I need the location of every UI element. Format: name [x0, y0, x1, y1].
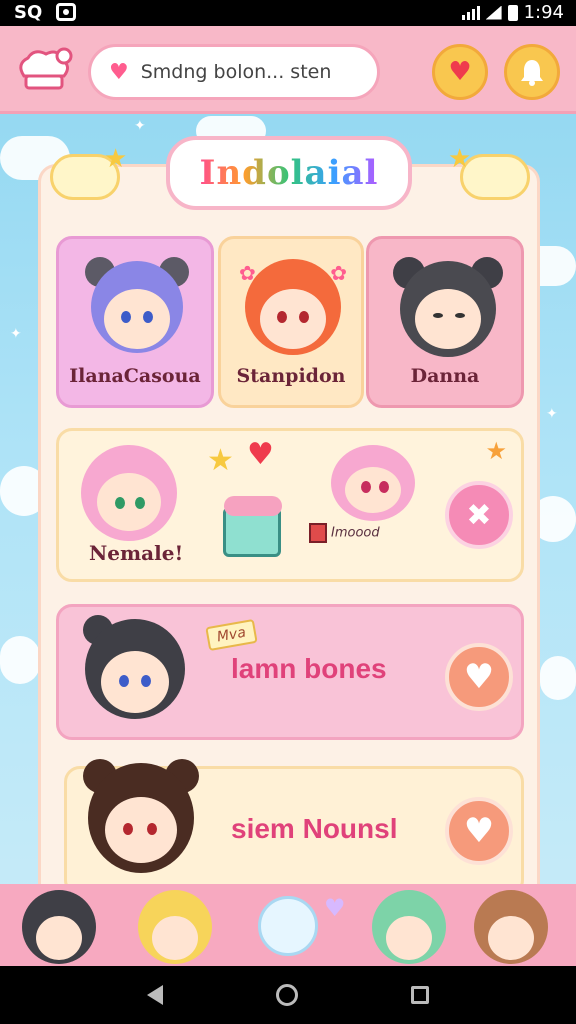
eye [115, 497, 125, 509]
character-face [97, 473, 161, 531]
status-time: 1:94 [523, 2, 564, 23]
bow-icon: ✿ [239, 261, 256, 285]
row-title: siem Nounsl [231, 813, 398, 844]
character-avatar [79, 443, 179, 543]
app-title: Indolaial [199, 153, 379, 193]
notifications-button[interactable] [504, 44, 560, 100]
eye [121, 311, 131, 323]
bow-icon: ✿ [330, 261, 347, 285]
eye [455, 313, 465, 318]
character-row[interactable]: Nemale! ★ ♥ Imoood ★ ✖ [56, 428, 524, 582]
sticker-text: Imoood [331, 525, 380, 541]
row-title: lamn bones [231, 653, 387, 684]
star-decoration: ★ [104, 144, 128, 174]
eye [299, 311, 309, 323]
app-screen: ✦ ✦ ✦ ♥ Smdng bolon... sten ♥ ★ ★ Indola… [0, 26, 576, 966]
character-face [101, 651, 169, 713]
star-decoration: ✦ [134, 118, 146, 134]
character-name: IlanaCasoua [69, 365, 201, 387]
star-decoration: ★ [448, 144, 472, 174]
character-avatar [79, 613, 191, 725]
character-card[interactable]: ✿ ✿ Stanpidon [218, 236, 364, 408]
character-row[interactable]: Mva lamn bones ♥ [56, 604, 524, 740]
favorites-button[interactable]: ♥ [432, 44, 488, 100]
sticker-label: Imoood [309, 523, 380, 543]
eye [433, 313, 443, 318]
eye [379, 481, 389, 493]
eye [361, 481, 371, 493]
notification-icon [56, 3, 76, 21]
eye [135, 497, 145, 509]
character-name: Nemale! [89, 541, 184, 565]
title-banner: Indolaial [166, 136, 412, 210]
bottom-character-bar: ♥ [0, 884, 576, 966]
cake-sticker [223, 496, 282, 557]
back-icon[interactable] [146, 985, 163, 1005]
heart-icon: ♥ [463, 811, 495, 851]
star-icon: ★ [485, 437, 507, 465]
eye [147, 823, 157, 835]
status-right: 1:94 [461, 2, 564, 23]
heart-icon: ♥ [448, 57, 472, 87]
character-card[interactable]: Danna [366, 236, 524, 408]
character-avatar [85, 253, 189, 361]
star-decoration: ✦ [546, 406, 558, 422]
cat-girl-avatar [323, 435, 423, 521]
home-icon[interactable] [275, 984, 298, 1006]
character-face [260, 289, 326, 349]
character-card[interactable]: IlanaCasoua [56, 236, 214, 408]
eye [141, 675, 151, 687]
character-avatar: ✿ ✿ [239, 253, 347, 361]
character-row[interactable]: siem Nounsl ♥ [64, 759, 524, 896]
chef-hat-icon[interactable] [14, 46, 74, 94]
heart-icon: ♥ [109, 59, 129, 85]
tag-label: Mva [205, 618, 258, 652]
character-face [104, 289, 170, 349]
like-button[interactable]: ♥ [445, 643, 513, 711]
eye [277, 311, 287, 323]
system-nav-bar [0, 966, 576, 1024]
character-name: Danna [410, 365, 480, 387]
mini-avatar[interactable] [474, 890, 548, 964]
character-face [105, 797, 177, 863]
close-button[interactable]: ✖ [445, 481, 513, 549]
character-avatar [81, 753, 201, 881]
mini-avatar[interactable] [22, 890, 96, 964]
recents-icon[interactable] [411, 986, 430, 1004]
mini-avatar[interactable] [138, 890, 212, 964]
eye [123, 823, 133, 835]
search-bar[interactable]: ♥ Smdng bolon... sten [88, 44, 380, 100]
bell-icon [521, 60, 543, 86]
character-avatar [393, 253, 503, 361]
status-bar: SQ 1:94 [0, 0, 576, 26]
mini-avatar[interactable] [372, 890, 446, 964]
heart-icon: ♥ [324, 894, 346, 922]
close-icon: ✖ [466, 497, 492, 533]
wifi-icon [485, 5, 502, 20]
star-decoration: ✦ [10, 326, 22, 342]
battery-icon [507, 4, 518, 21]
heart-icon: ♥ [463, 657, 495, 697]
star-icon: ★ [207, 443, 234, 478]
ghost-icon[interactable] [258, 896, 318, 956]
character-name: Stanpidon [236, 365, 346, 387]
like-button[interactable]: ♥ [445, 797, 513, 865]
character-face [345, 467, 401, 513]
search-input[interactable]: Smdng bolon... sten [141, 61, 332, 83]
cloud-decoration [0, 636, 40, 684]
character-face [415, 289, 481, 349]
signal-icon [461, 5, 480, 20]
eye [143, 311, 153, 323]
app-header: ♥ Smdng bolon... sten ♥ [0, 26, 576, 114]
eye [119, 675, 129, 687]
heart-icon: ♥ [247, 437, 274, 472]
cloud-decoration [540, 656, 576, 700]
status-carrier: SQ [14, 2, 43, 23]
